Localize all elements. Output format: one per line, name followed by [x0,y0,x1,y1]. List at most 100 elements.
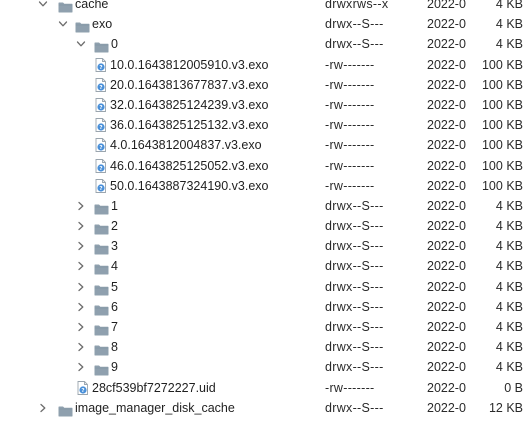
tree-row-folder[interactable]: 1 drwx--S--- 2022-0 4 KB [0,196,523,216]
svg-text:?: ? [99,145,102,151]
chevron-down-icon[interactable] [75,34,87,54]
tree-row-folder[interactable]: 5 drwx--S--- 2022-0 4 KB [0,277,523,297]
chevron-right-icon[interactable] [75,236,87,256]
tree-row-folder[interactable]: 2 drwx--S--- 2022-0 4 KB [0,216,523,236]
file-name: 50.0.1643887324190.v3.exo [110,178,269,193]
folder-name: 1 [111,198,118,213]
tree-row-file[interactable]: ? 32.0.1643825124239.v3.exo -rw------- 2022… [0,95,523,115]
size-cell: 100 KB [481,178,523,193]
folder-icon [94,362,109,376]
size-cell: 100 KB [481,138,523,153]
permissions-cell: drwx--S--- [325,299,384,314]
unknown-file-icon: ? [95,97,106,112]
file-tree: cache drwxrws--x 2022-0 4 KB exo drwx--S--- 20… [0,0,523,418]
folder-name: 5 [111,279,118,294]
permissions-cell: drwxrws--x [325,0,389,11]
chevron-right-icon[interactable] [75,357,87,377]
permissions-cell: -rw------- [325,178,375,193]
folder-name: 4 [111,259,118,274]
date-cell: 2022-0 [427,158,466,173]
chevron-right-icon[interactable] [37,398,49,418]
tree-row-folder[interactable]: 9 drwx--S--- 2022-0 4 KB [0,357,523,377]
tree-row-folder[interactable]: 4 drwx--S--- 2022-0 4 KB [0,256,523,276]
date-cell: 2022-0 [427,77,466,92]
folder-icon [75,19,90,33]
tree-row-file[interactable]: ? 10.0.1643812005910.v3.exo -rw------- 2022… [0,55,523,75]
folder-name: exo [92,17,113,32]
chevron-right-icon[interactable] [75,277,87,297]
tree-row-folder[interactable]: exo drwx--S--- 2022-0 4 KB [0,14,523,34]
chevron-down-icon[interactable] [37,0,49,14]
size-cell: 4 KB [495,17,523,32]
unknown-file-icon: ? [95,77,106,92]
size-cell: 100 KB [481,118,523,133]
folder-name: image_manager_disk_cache [75,400,235,415]
chevron-down-icon[interactable] [57,14,69,34]
unknown-file-icon: ? [95,138,106,153]
tree-row-folder[interactable]: 6 drwx--S--- 2022-0 4 KB [0,297,523,317]
date-cell: 2022-0 [427,0,466,11]
chevron-right-icon[interactable] [75,337,87,357]
permissions-cell: drwx--S--- [325,219,384,234]
file-name: 36.0.1643825125132.v3.exo [110,118,269,133]
chevron-right-icon[interactable] [75,317,87,337]
tree-row-folder[interactable]: 0 drwx--S--- 2022-0 4 KB [0,34,523,54]
date-cell: 2022-0 [427,259,466,274]
tree-row-file[interactable]: ? 46.0.1643825125052.v3.exo -rw------- 2022… [0,156,523,176]
size-cell: 12 KB [488,400,523,415]
size-cell: 4 KB [495,360,523,375]
size-cell: 4 KB [495,239,523,254]
permissions-cell: drwx--S--- [325,400,384,415]
size-cell: 100 KB [481,158,523,173]
permissions-cell: drwx--S--- [325,37,384,52]
tree-row-folder[interactable]: cache drwxrws--x 2022-0 4 KB [0,0,523,14]
date-cell: 2022-0 [427,57,466,72]
tree-row-file[interactable]: ? 36.0.1643825125132.v3.exo -rw------- 2022… [0,115,523,135]
folder-icon [94,201,109,215]
tree-row-folder[interactable]: 7 drwx--S--- 2022-0 4 KB [0,317,523,337]
folder-name: cache [75,0,109,11]
file-name: 4.0.1643812004837.v3.exo [110,138,262,153]
size-cell: 100 KB [481,97,523,112]
tree-row-folder[interactable]: image_manager_disk_cache drwx--S--- 2022-0… [0,398,523,418]
tree-row-folder[interactable]: 8 drwx--S--- 2022-0 4 KB [0,337,523,357]
svg-text:?: ? [99,85,102,91]
date-cell: 2022-0 [427,360,466,375]
folder-icon [94,322,109,336]
file-name: 10.0.1643812005910.v3.exo [110,57,269,72]
folder-icon [94,241,109,255]
permissions-cell: drwx--S--- [325,239,384,254]
folder-icon [94,282,109,296]
chevron-right-icon[interactable] [75,256,87,276]
permissions-cell: drwx--S--- [325,198,384,213]
tree-row-folder[interactable]: 3 drwx--S--- 2022-0 4 KB [0,236,523,256]
folder-icon [94,221,109,235]
svg-text:?: ? [99,166,102,172]
size-cell: 4 KB [495,279,523,294]
file-name: 20.0.1643813677837.v3.exo [110,77,269,92]
tree-row-file[interactable]: ? 50.0.1643887324190.v3.exo -rw------- 2022… [0,176,523,196]
tree-row-file[interactable]: ? 20.0.1643813677837.v3.exo -rw------- 2022… [0,75,523,95]
permissions-cell: -rw------- [325,97,375,112]
tree-row-file[interactable]: ? 28cf539bf7272227.uid -rw------- 2022-0 0 B [0,378,523,398]
permissions-cell: -rw------- [325,138,375,153]
date-cell: 2022-0 [427,198,466,213]
folder-name: 7 [111,320,118,334]
chevron-right-icon[interactable] [75,297,87,317]
date-cell: 2022-0 [427,340,466,355]
svg-text:?: ? [99,125,102,131]
chevron-right-icon[interactable] [75,216,87,236]
folder-name: 9 [111,360,118,375]
file-name: 32.0.1643825124239.v3.exo [110,97,269,112]
date-cell: 2022-0 [427,138,466,153]
folder-icon [94,261,109,275]
permissions-cell: -rw------- [325,57,375,72]
svg-text:?: ? [81,388,84,394]
permissions-cell: -rw------- [325,118,375,133]
date-cell: 2022-0 [427,320,466,334]
tree-row-file[interactable]: ? 4.0.1643812004837.v3.exo -rw------- 2022-… [0,135,523,155]
chevron-right-icon[interactable] [75,196,87,216]
folder-name: 0 [111,37,118,52]
date-cell: 2022-0 [427,37,466,52]
date-cell: 2022-0 [427,219,466,234]
